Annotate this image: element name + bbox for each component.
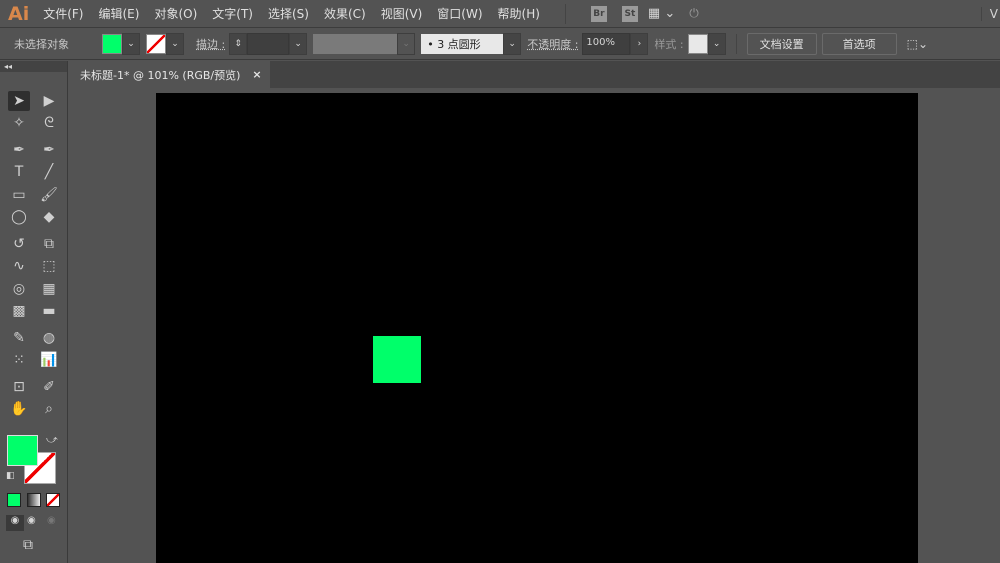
tools-panel: ◂◂ ➤ ▶ ✧ ᘓ ✒ ✒ T ╱ ▭ 🖌 ◯ ◆ ↺ ⧉ ∿ ⬚ ◎ ▦ ▩ ▬ ✎ ◍ ⁙ 📊 ⊡ ✐ ✋ ⌕ ⤻ ◧ ◉ ◉ … xyxy=(0,61,68,563)
stroke-swatch[interactable] xyxy=(146,34,166,54)
line-tool-icon[interactable]: ╱ xyxy=(38,162,60,182)
none-mode-button[interactable] xyxy=(46,493,60,507)
document-setup-button[interactable]: 文档设置 xyxy=(746,33,817,55)
magic-wand-tool-icon[interactable]: ✧ xyxy=(8,113,30,133)
rotate-tool-icon[interactable]: ↺ xyxy=(8,234,30,254)
menu-window[interactable]: 窗口(W) xyxy=(437,5,482,22)
rectangle-tool-icon[interactable]: ▭ xyxy=(8,185,30,205)
stroke-weight-dropdown[interactable]: ⌄ xyxy=(289,33,308,55)
menu-help[interactable]: 帮助(H) xyxy=(498,5,540,22)
variable-width-profile[interactable] xyxy=(313,34,398,54)
screen-mode-icon[interactable]: ⧉ xyxy=(23,537,33,553)
curvature-tool-icon[interactable]: ✒ xyxy=(38,140,60,160)
color-mode-button[interactable] xyxy=(7,493,21,507)
menu-effect[interactable]: 效果(C) xyxy=(324,5,366,22)
draw-normal-icon[interactable]: ◉ xyxy=(6,515,24,531)
default-colors-icon[interactable]: ◧ xyxy=(6,471,15,481)
menu-bar: Ai 文件(F) 编辑(E) 对象(O) 文字(T) 选择(S) 效果(C) 视… xyxy=(0,0,1000,28)
workspace-switcher[interactable]: V xyxy=(980,6,998,21)
fill-swatch[interactable] xyxy=(102,34,122,54)
fill-dropdown[interactable]: ⌄ xyxy=(122,33,140,55)
align-selection-icon[interactable]: ⬚⌄ xyxy=(907,37,928,51)
green-rectangle[interactable] xyxy=(373,336,421,383)
workspace-layout-icon[interactable]: ▦ ⌄ xyxy=(648,6,675,21)
draw-behind-icon[interactable]: ◉ xyxy=(27,515,36,526)
menu-view[interactable]: 视图(V) xyxy=(381,5,423,22)
stroke-weight-stepper[interactable]: ⇕ xyxy=(229,33,248,55)
blend-tool-icon[interactable]: ◍ xyxy=(38,328,60,348)
shaper-tool-icon[interactable]: ◯ xyxy=(8,207,30,227)
menu-edit[interactable]: 编辑(E) xyxy=(99,5,140,22)
divider xyxy=(735,34,737,54)
selection-tool-icon[interactable]: ➤ xyxy=(8,91,30,111)
profile-dropdown[interactable]: ⌄ xyxy=(397,33,416,55)
lasso-tool-icon[interactable]: ᘓ xyxy=(38,113,60,133)
preferences-button[interactable]: 首选项 xyxy=(821,33,897,55)
direct-selection-tool-icon[interactable]: ▶ xyxy=(38,91,60,111)
pen-tool-icon[interactable]: ✒ xyxy=(8,140,30,160)
symbol-sprayer-tool-icon[interactable]: ⁙ xyxy=(8,350,30,370)
free-transform-tool-icon[interactable]: ⬚ xyxy=(38,256,60,276)
menu-object[interactable]: 对象(O) xyxy=(154,5,197,22)
warp-tool-icon[interactable]: ∿ xyxy=(8,256,30,276)
style-dropdown[interactable]: ⌄ xyxy=(707,33,726,55)
tab-document[interactable]: 未标题-1* @ 101% (RGB/预览) × xyxy=(70,61,270,88)
perspective-grid-tool-icon[interactable]: ▦ xyxy=(38,279,60,299)
stroke-weight-input[interactable] xyxy=(247,33,290,55)
style-swatch[interactable] xyxy=(687,34,708,54)
brush-dropdown[interactable]: ⌄ xyxy=(503,33,522,55)
hand-tool-icon[interactable]: ✋ xyxy=(8,399,30,419)
menu-file[interactable]: 文件(F) xyxy=(43,5,83,22)
app-logo: Ai xyxy=(8,2,30,25)
mesh-tool-icon[interactable]: ▩ xyxy=(8,301,30,321)
menu-select[interactable]: 选择(S) xyxy=(268,5,309,22)
selection-status: 未选择对象 xyxy=(14,38,69,51)
tab-title: 未标题-1* @ 101% (RGB/预览) xyxy=(80,68,241,82)
bridge-button[interactable]: Br xyxy=(590,5,607,22)
artboard[interactable] xyxy=(156,93,918,563)
swap-colors-icon[interactable]: ⤻ xyxy=(46,433,58,447)
type-tool-icon[interactable]: T xyxy=(8,162,30,182)
close-tab-icon[interactable]: × xyxy=(252,68,261,81)
menu-type[interactable]: 文字(T) xyxy=(212,5,253,22)
zoom-tool-icon[interactable]: ⌕ xyxy=(38,399,60,419)
control-bar: 未选择对象 ⌄ ⌄ 描边 : ⇕ ⌄ ⌄ • 3 点圆形 ⌄ 不透明度 : 10… xyxy=(0,29,1000,60)
collapse-panel-icon[interactable]: ◂◂ xyxy=(0,61,67,72)
draw-inside-icon[interactable]: ◉ xyxy=(47,515,56,526)
paintbrush-tool-icon[interactable]: 🖌 xyxy=(38,185,60,205)
gradient-tool-icon[interactable]: ▬ xyxy=(38,301,60,321)
artboard-tool-icon[interactable]: ⊡ xyxy=(8,377,30,397)
opacity-label[interactable]: 不透明度 : xyxy=(527,36,578,52)
slice-tool-icon[interactable]: ✐ xyxy=(38,377,60,397)
brush-definition[interactable]: • 3 点圆形 xyxy=(421,34,504,54)
scale-tool-icon[interactable]: ⧉ xyxy=(38,234,60,254)
divider xyxy=(564,3,566,24)
gradient-mode-button[interactable] xyxy=(27,493,41,507)
stock-button[interactable]: St xyxy=(621,5,638,22)
stroke-dropdown[interactable]: ⌄ xyxy=(166,33,184,55)
column-graph-tool-icon[interactable]: 📊 xyxy=(38,350,60,370)
shape-builder-tool-icon[interactable]: ◎ xyxy=(8,279,30,299)
eyedropper-tool-icon[interactable]: ✎ xyxy=(8,328,30,348)
opacity-input[interactable]: 100% xyxy=(582,33,631,55)
opacity-arrow[interactable]: › xyxy=(630,33,649,55)
stroke-label[interactable]: 描边 : xyxy=(196,36,225,52)
document-tabs: 未标题-1* @ 101% (RGB/预览) × xyxy=(70,61,1000,88)
gpu-performance-icon[interactable]: ⏻ xyxy=(689,6,699,21)
eraser-tool-icon[interactable]: ◆ xyxy=(38,207,60,227)
fill-color-box[interactable] xyxy=(7,435,38,466)
style-label: 样式 : xyxy=(654,38,684,51)
canvas-area[interactable] xyxy=(70,88,1000,563)
